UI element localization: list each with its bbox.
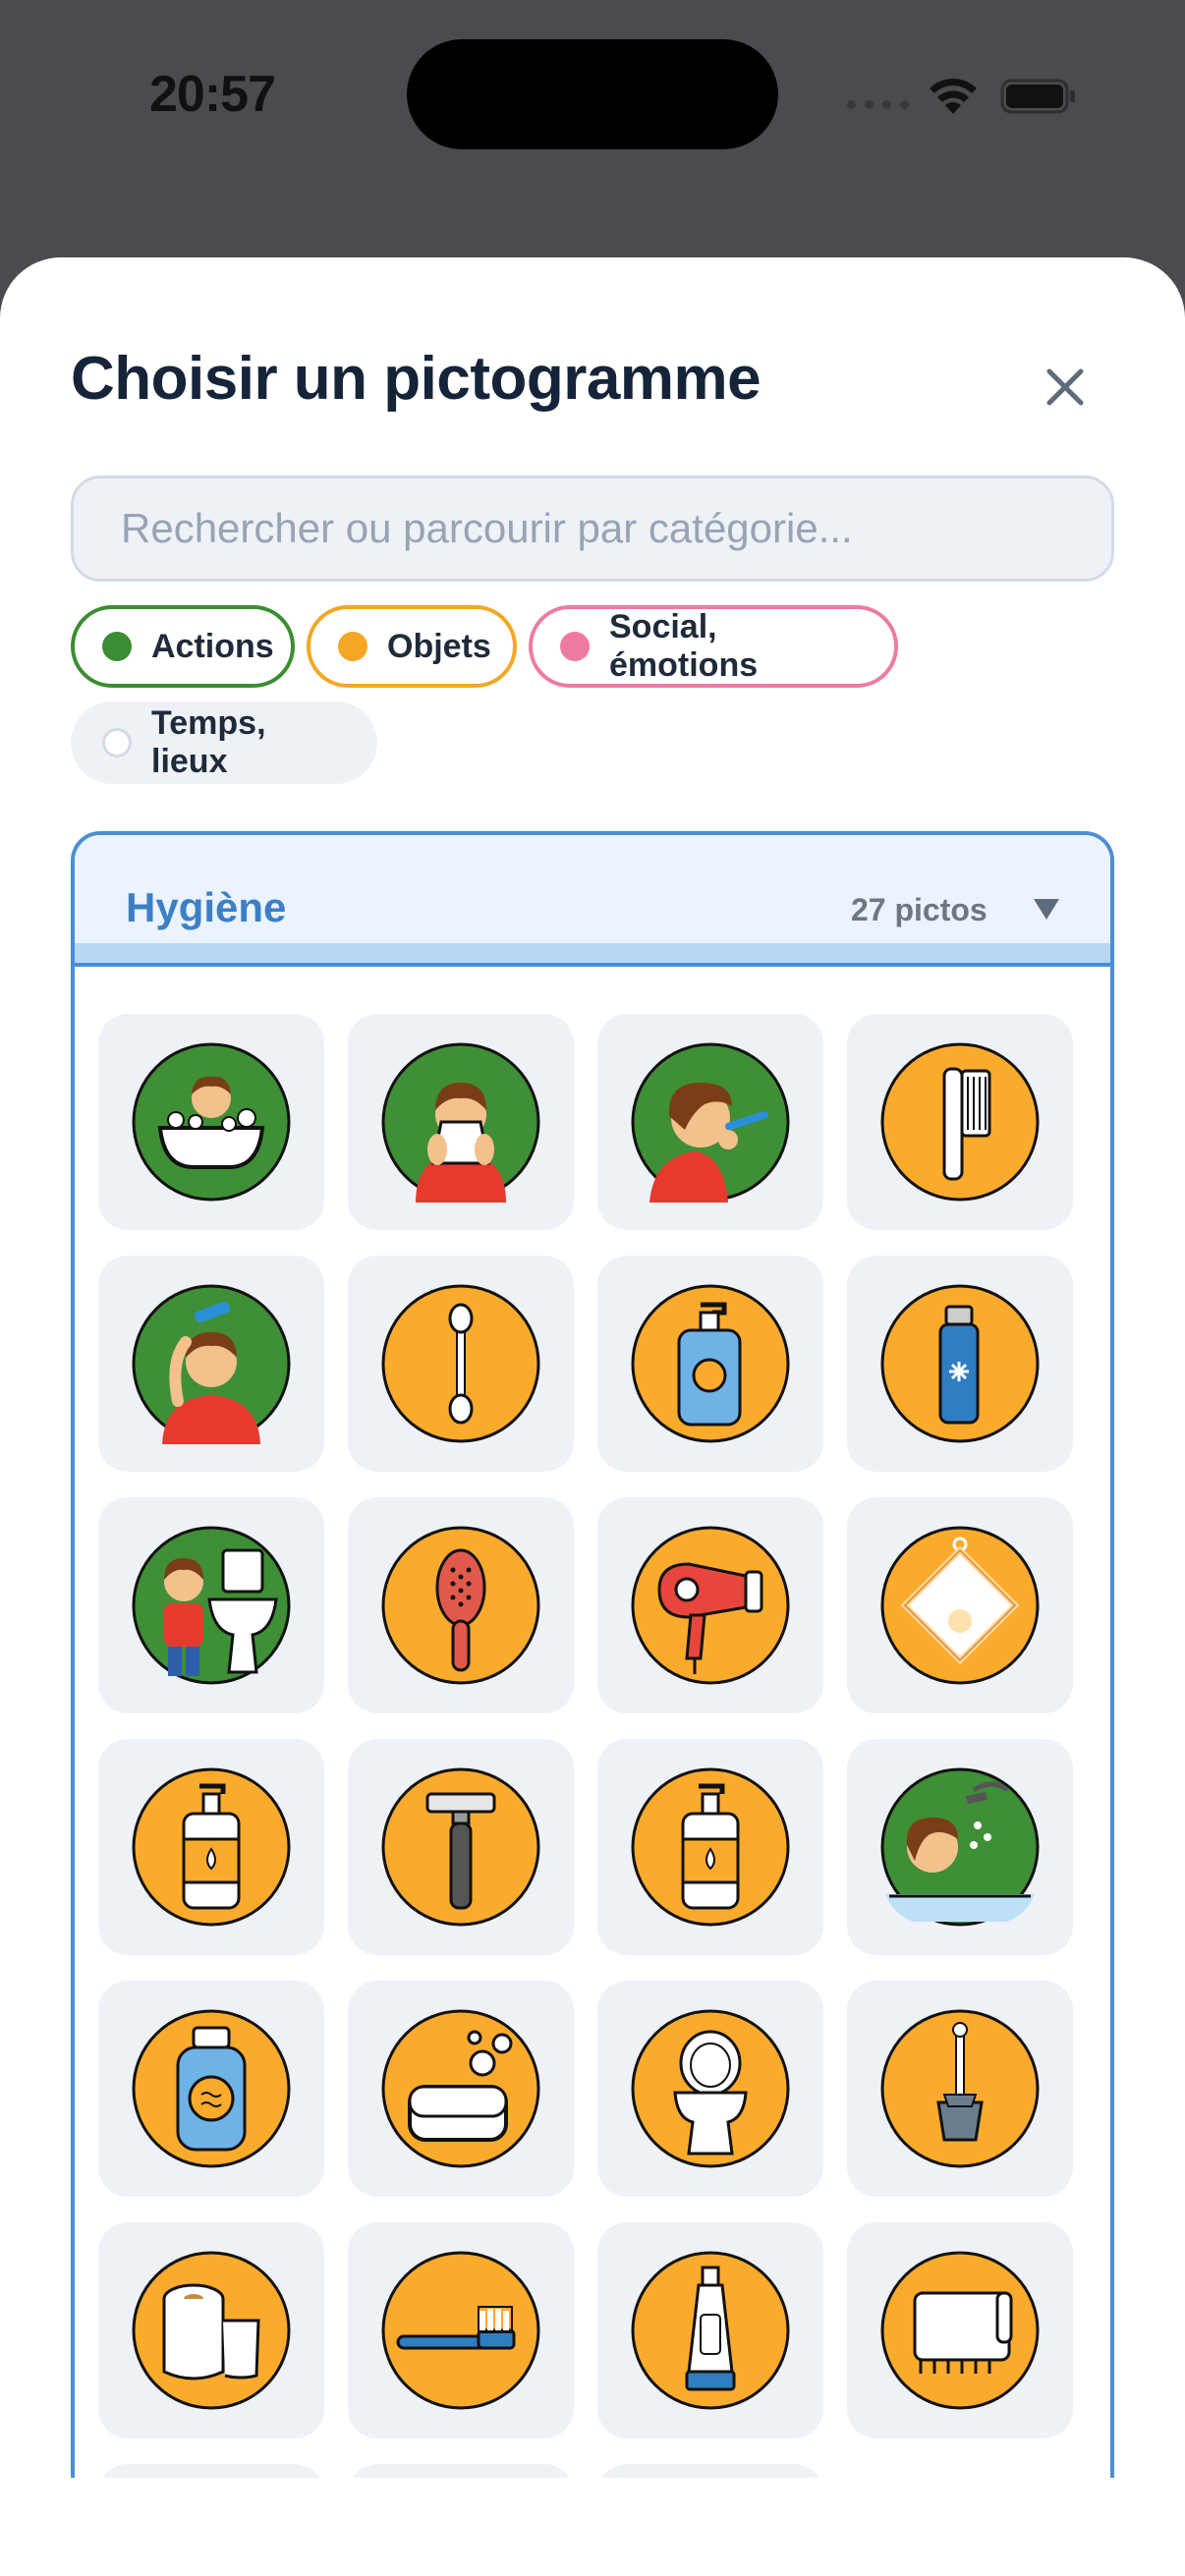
dynamic-island — [407, 39, 778, 149]
using-toilet-icon — [132, 1526, 291, 1685]
status-bar: 20:57 — [0, 0, 1185, 196]
pictogram-tile[interactable] — [98, 1256, 324, 1472]
filter-chip-social-emotions[interactable]: Social, émotions — [529, 605, 898, 688]
showering-icon — [880, 1767, 1040, 1927]
category-panel-hygiene: Hygiène 27 pictos — [71, 831, 1114, 2576]
towel-icon — [880, 2251, 1040, 2410]
chip-label: Actions — [151, 627, 274, 665]
toothpaste-icon — [631, 2251, 790, 2410]
pictogram-tile[interactable] — [98, 1497, 324, 1713]
pictogram-tile[interactable] — [597, 1014, 823, 1230]
toilet-brush-icon — [880, 2009, 1040, 2168]
chip-label: Social, émotions — [609, 608, 759, 684]
category-title: Hygiène — [126, 884, 287, 930]
washcloth-icon — [880, 1526, 1040, 1685]
pump-soap-icon — [631, 1284, 790, 1443]
pictogram-tile[interactable] — [348, 2222, 574, 2438]
pictogram-tile[interactable] — [847, 1014, 1073, 1230]
wifi-icon — [930, 79, 977, 114]
pictogram-tile[interactable] — [847, 1497, 1073, 1713]
pictogram-tile[interactable] — [348, 1256, 574, 1472]
pictogram-picker-sheet: Choisir un pictogramme Actions Objets So… — [0, 257, 1185, 2576]
toilet-paper-icon — [132, 2251, 291, 2410]
pictogram-tile[interactable] — [98, 1014, 324, 1230]
pictogram-tile[interactable] — [597, 2222, 823, 2438]
brushing-teeth-icon — [631, 1042, 790, 1203]
hand-soap-icon — [631, 1767, 790, 1927]
pictogram-tile[interactable] — [98, 1739, 324, 1955]
chip-label: Temps, lieux — [151, 704, 266, 780]
sheet-title: Choisir un pictogramme — [71, 345, 762, 413]
cellular-signal-icon — [847, 100, 909, 109]
search-field[interactable] — [71, 476, 1114, 582]
pictogram-tile[interactable] — [847, 1739, 1073, 1955]
pictogram-tile[interactable] — [348, 1497, 574, 1713]
toilet-icon — [631, 2009, 790, 2168]
color-dot — [560, 632, 590, 661]
comb-icon — [880, 1042, 1040, 1202]
child-bathing-icon — [132, 1042, 291, 1202]
pictogram-tile[interactable] — [847, 1981, 1073, 2197]
pictogram-tile[interactable] — [847, 2222, 1073, 2438]
razor-icon — [381, 1767, 540, 1927]
combing-hair-icon — [132, 1284, 291, 1444]
deodorant-spray-icon — [880, 1284, 1040, 1443]
hair-dryer-icon — [631, 1526, 790, 1685]
pictogram-tile[interactable] — [597, 1497, 823, 1713]
chip-label: Objets — [387, 627, 491, 665]
pictogram-tile[interactable] — [98, 1981, 324, 2197]
cotton-swab-icon — [381, 1284, 540, 1443]
pictogram-tile[interactable] — [348, 1739, 574, 1955]
color-dot — [338, 632, 367, 661]
hairbrush-icon — [381, 1526, 540, 1685]
shampoo-icon — [132, 2009, 291, 2168]
close-button[interactable] — [1034, 356, 1097, 419]
pictogram-tile[interactable] — [98, 2222, 324, 2438]
category-count: 27 pictos — [851, 892, 988, 927]
category-header[interactable]: Hygiène 27 pictos — [75, 835, 1110, 967]
battery-icon — [1000, 79, 1075, 114]
filter-chip-temps-lieux[interactable]: Temps, lieux — [71, 701, 377, 784]
filter-chip-objets[interactable]: Objets — [307, 605, 517, 688]
filter-chip-actions[interactable]: Actions — [71, 605, 295, 688]
color-dot — [102, 728, 132, 757]
search-input[interactable] — [121, 505, 1111, 552]
blowing-nose-icon — [381, 1042, 540, 1203]
pictogram-tile[interactable] — [847, 1256, 1073, 1472]
pictogram-tile[interactable] — [348, 1014, 574, 1230]
pictogram-tile[interactable] — [597, 1256, 823, 1472]
status-time: 20:57 — [149, 66, 276, 123]
pictogram-tile[interactable] — [348, 1981, 574, 2197]
liquid-soap-icon — [132, 1767, 291, 1927]
collapse-chevron-icon[interactable] — [1032, 896, 1061, 922]
color-dot — [102, 632, 132, 661]
toothbrush-icon — [381, 2251, 540, 2410]
soap-bar-icon — [381, 2009, 540, 2168]
sheet-footer-mask — [0, 2478, 1185, 2576]
close-icon — [1046, 368, 1084, 406]
pictogram-tile[interactable] — [597, 1981, 823, 2197]
pictogram-tile[interactable] — [597, 1739, 823, 1955]
